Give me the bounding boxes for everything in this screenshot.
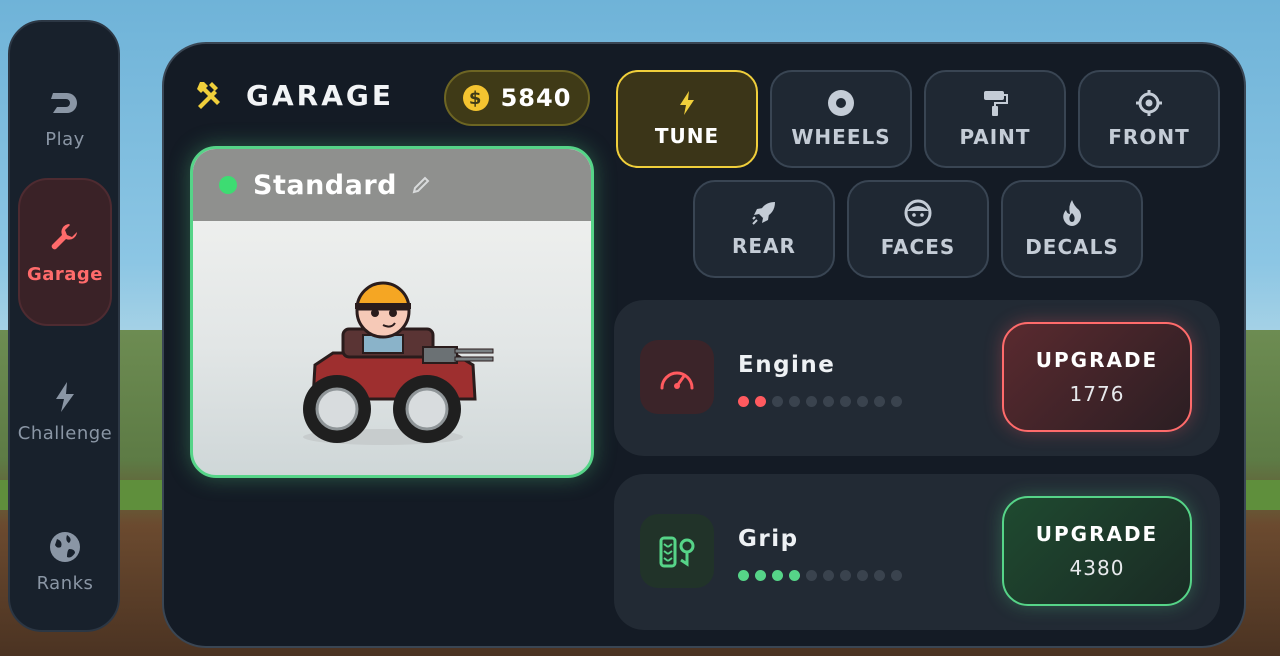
sidebar-item-ranks[interactable]: Ranks	[18, 506, 112, 616]
lightning-icon	[56, 381, 74, 412]
tab-wheels[interactable]: WHEELS	[770, 70, 912, 168]
tab-label: DECALS	[1025, 235, 1119, 259]
level-pip-empty	[891, 570, 902, 581]
level-pip-empty	[857, 396, 868, 407]
paint-roller-icon	[984, 91, 1008, 116]
sidebar-item-label: Ranks	[36, 572, 94, 594]
speedometer-icon	[660, 371, 694, 390]
pencil-icon[interactable]	[411, 175, 431, 195]
play-logo-icon	[51, 92, 77, 113]
stat-icon-box	[640, 514, 714, 588]
level-pip-filled	[755, 570, 766, 581]
tab-label: TUNE	[654, 124, 720, 148]
tab-label: PAINT	[959, 125, 1031, 149]
car-illustration	[303, 281, 494, 445]
stat-label: Grip	[738, 526, 799, 552]
sidebar-nav: Play Garage Challenge Ranks	[8, 20, 120, 632]
tab-label: WHEELS	[791, 125, 891, 149]
coin-amount: 5840	[500, 84, 572, 112]
rocket-icon	[752, 202, 775, 225]
level-pip-empty	[789, 396, 800, 407]
tab-paint[interactable]: PAINT	[924, 70, 1066, 168]
sidebar-item-label: Challenge	[17, 422, 113, 444]
wheel-icon	[828, 90, 854, 116]
tab-tune[interactable]: TUNE	[616, 70, 758, 168]
level-pip-empty	[806, 396, 817, 407]
level-pip-empty	[840, 396, 851, 407]
stat-label: Engine	[738, 352, 836, 378]
level-pip-empty	[806, 570, 817, 581]
status-dot	[219, 176, 237, 194]
face-icon	[904, 199, 932, 227]
flame-icon	[1063, 200, 1081, 226]
car-preview-card[interactable]: Standard	[190, 146, 594, 478]
sidebar-item-play[interactable]: Play	[18, 62, 112, 172]
sidebar-item-label: Play	[45, 128, 85, 150]
level-pip-empty	[840, 570, 851, 581]
tab-front[interactable]: FRONT	[1078, 70, 1220, 168]
tab-rear[interactable]: REAR	[693, 180, 835, 278]
level-pip-filled	[789, 570, 800, 581]
upgrade-label: UPGRADE	[1035, 522, 1159, 546]
level-pip-empty	[891, 396, 902, 407]
level-pip-empty	[874, 570, 885, 581]
level-pip-empty	[823, 570, 834, 581]
car-name: Standard	[253, 169, 397, 201]
level-pip-empty	[857, 570, 868, 581]
garage-title: GARAGE	[194, 78, 394, 112]
upgrade-cost: 4380	[1069, 556, 1125, 580]
level-pips	[738, 396, 908, 407]
stat-row-engine: Engine UPGRADE 1776	[614, 300, 1220, 456]
wrench-icon	[51, 223, 77, 249]
tools-icon	[197, 82, 220, 109]
level-pip-filled	[738, 396, 749, 407]
upgrade-cost: 1776	[1069, 382, 1125, 406]
car-card-header: Standard	[193, 149, 591, 221]
sidebar-item-challenge[interactable]: Challenge	[18, 356, 112, 466]
crosshair-icon	[1136, 90, 1162, 116]
tire-track-icon	[659, 536, 695, 568]
level-pip-empty	[874, 396, 885, 407]
coin-balance: $ 5840	[444, 70, 590, 126]
upgrade-label: UPGRADE	[1035, 348, 1159, 372]
stat-icon-box	[640, 340, 714, 414]
sidebar-item-garage[interactable]: Garage	[18, 178, 112, 326]
level-pip-filled	[755, 396, 766, 407]
globe-icon	[50, 531, 80, 562]
level-pip-filled	[772, 570, 783, 581]
tab-faces[interactable]: FACES	[847, 180, 989, 278]
upgrade-engine-button[interactable]: UPGRADE 1776	[1002, 322, 1192, 432]
level-pip-filled	[738, 570, 749, 581]
bolt-icon	[680, 91, 694, 115]
dollar-coin-icon: $	[462, 85, 489, 111]
level-pip-empty	[772, 396, 783, 407]
tab-decals[interactable]: DECALS	[1001, 180, 1143, 278]
tab-label: FACES	[880, 235, 956, 259]
tab-label: REAR	[732, 234, 796, 258]
sidebar-item-label: Garage	[26, 263, 104, 285]
garage-panel: GARAGE $ 5840 Standard TUNE WHEELS PAINT…	[162, 42, 1246, 648]
page-title: GARAGE	[246, 78, 394, 112]
stat-row-grip: Grip UPGRADE 4380	[614, 474, 1220, 630]
level-pip-empty	[823, 396, 834, 407]
tab-label: FRONT	[1108, 125, 1190, 149]
upgrade-grip-button[interactable]: UPGRADE 4380	[1002, 496, 1192, 606]
level-pips	[738, 570, 908, 581]
